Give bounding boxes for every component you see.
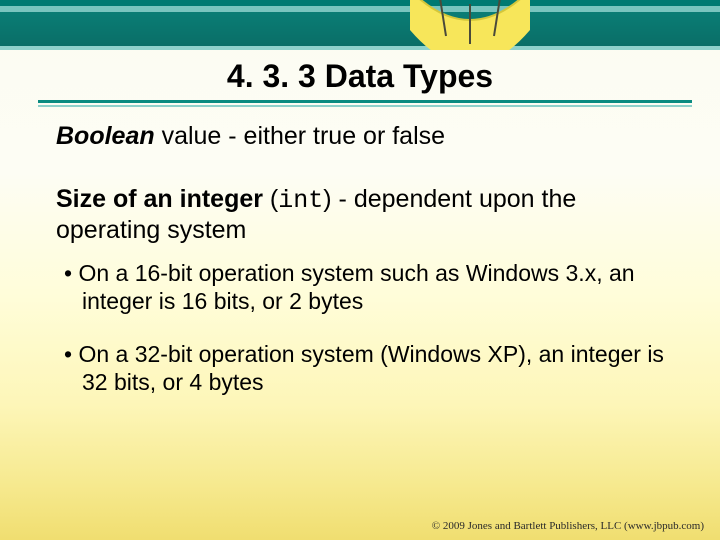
term-boolean: Boolean xyxy=(56,122,155,150)
banner-stripe xyxy=(0,12,720,46)
paragraph-boolean: Boolean value - either true or false xyxy=(56,122,672,151)
list-item: On a 32-bit operation system (Windows XP… xyxy=(82,341,672,396)
balloon-decor xyxy=(400,0,540,50)
heading-rule xyxy=(38,100,692,103)
text: ( xyxy=(263,185,278,213)
slide-heading: 4. 3. 3 Data Types xyxy=(227,54,493,101)
term-int-size: Size of an integer xyxy=(56,185,263,213)
top-banner xyxy=(0,0,720,50)
heading-rule xyxy=(38,105,692,107)
heading-wrap: 4. 3. 3 Data Types xyxy=(0,54,720,101)
text: value - either true or false xyxy=(155,122,445,150)
slide: 4. 3. 3 Data Types Boolean value - eithe… xyxy=(0,0,720,540)
slide-body: Boolean value - either true or false Siz… xyxy=(56,122,672,423)
list-item: On a 16-bit operation system such as Win… xyxy=(82,260,672,315)
banner-stripe xyxy=(0,46,720,50)
code-int: int xyxy=(278,186,323,215)
bullet-list: On a 16-bit operation system such as Win… xyxy=(56,260,672,396)
paragraph-int: Size of an integer (int) - dependent upo… xyxy=(56,185,672,245)
copyright-footer: © 2009 Jones and Bartlett Publishers, LL… xyxy=(432,520,704,532)
